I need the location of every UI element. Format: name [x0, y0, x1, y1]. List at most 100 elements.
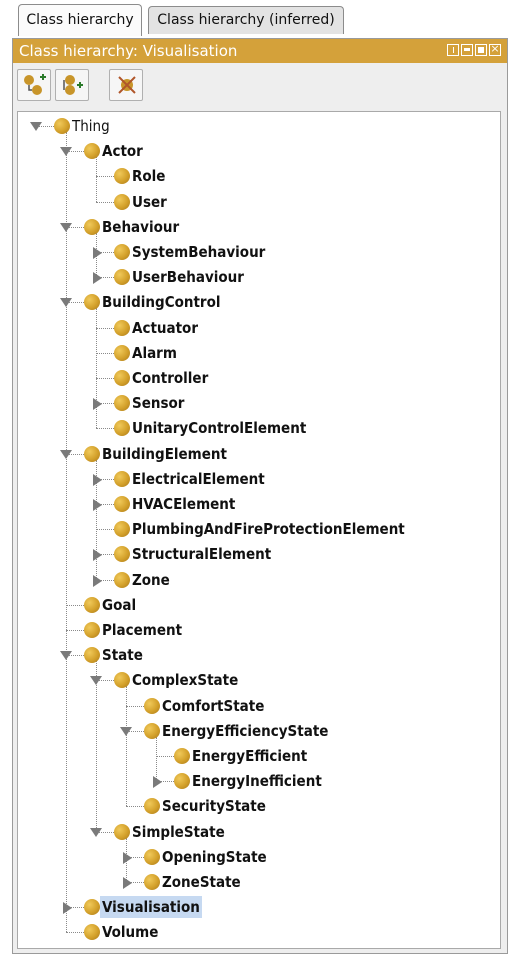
- tree-item-label[interactable]: Thing: [72, 115, 110, 137]
- tree-item-label[interactable]: UnitaryControlElement: [132, 417, 306, 439]
- tree-item-label[interactable]: Placement: [102, 619, 182, 641]
- tree-item-label[interactable]: ZoneState: [162, 871, 241, 893]
- expand-toggle-icon[interactable]: [90, 827, 102, 837]
- collapse-toggle-icon[interactable]: [153, 776, 162, 789]
- collapse-toggle-icon[interactable]: [123, 877, 132, 889]
- tree-item-label[interactable]: User: [132, 191, 167, 213]
- tree-row[interactable]: ComfortState: [18, 694, 498, 719]
- tree-row[interactable]: SecurityState: [18, 794, 498, 819]
- collapse-toggle-icon[interactable]: [63, 902, 72, 915]
- maximize-icon[interactable]: [475, 44, 487, 56]
- tree-item-label[interactable]: State: [102, 644, 143, 666]
- tree-item-label[interactable]: PlumbingAndFireProtectionElement: [132, 518, 405, 540]
- tree-row[interactable]: Role: [18, 164, 498, 189]
- collapse-toggle-icon[interactable]: [93, 272, 102, 285]
- tree-row[interactable]: BuildingControl: [18, 290, 498, 315]
- class-icon: [144, 848, 160, 865]
- tree-row[interactable]: Sensor: [18, 391, 498, 416]
- class-icon: [114, 521, 130, 538]
- tree-item-label[interactable]: SecurityState: [162, 795, 266, 817]
- collapse-toggle-icon[interactable]: [93, 549, 102, 562]
- add-subclass-button[interactable]: [17, 69, 51, 101]
- tree-row[interactable]: User: [18, 190, 498, 215]
- tree-item-label[interactable]: Behaviour: [102, 216, 179, 238]
- tree-item-label[interactable]: UserBehaviour: [132, 266, 244, 288]
- tree-row[interactable]: Placement: [18, 618, 498, 643]
- expand-toggle-icon[interactable]: [120, 726, 132, 736]
- tree-item-label[interactable]: Volume: [102, 921, 158, 943]
- tree-item-label[interactable]: OpeningState: [162, 846, 267, 868]
- window-buttons: [445, 41, 501, 58]
- tree-row[interactable]: Behaviour: [18, 215, 498, 240]
- float-icon[interactable]: [447, 44, 459, 56]
- tree-row[interactable]: EnergyEfficient: [18, 744, 498, 769]
- tree-row[interactable]: PlumbingAndFireProtectionElement: [18, 517, 498, 542]
- delete-class-button[interactable]: [109, 69, 143, 101]
- collapse-toggle-icon[interactable]: [123, 851, 132, 864]
- tab-class-hierarchy[interactable]: Class hierarchy: [18, 4, 142, 36]
- tree-item-label[interactable]: Alarm: [132, 342, 177, 364]
- tree-row[interactable]: ElectricalElement: [18, 467, 498, 492]
- close-icon[interactable]: [489, 41, 501, 57]
- collapse-toggle-icon[interactable]: [93, 398, 102, 411]
- tree-row[interactable]: Actor: [18, 139, 498, 164]
- expand-toggle-icon[interactable]: [60, 651, 72, 661]
- tree-row[interactable]: SystemBehaviour: [18, 240, 498, 265]
- tree-row[interactable]: Volume: [18, 920, 498, 945]
- collapse-toggle-icon[interactable]: [93, 473, 102, 486]
- tree-row[interactable]: Visualisation: [18, 895, 498, 920]
- tree-row[interactable]: ZoneState: [18, 870, 498, 895]
- tree-row[interactable]: SimpleState: [18, 820, 498, 845]
- class-icon: [84, 445, 100, 462]
- tree-item-label[interactable]: Sensor: [132, 392, 184, 414]
- tree-item-label-selected[interactable]: Visualisation: [100, 896, 202, 919]
- tree-item-label[interactable]: BuildingControl: [102, 291, 220, 313]
- tree-row[interactable]: OpeningState: [18, 845, 498, 870]
- tree-item-label[interactable]: ElectricalElement: [132, 468, 265, 490]
- tree-row[interactable]: Thing: [18, 114, 498, 139]
- tree-item-label[interactable]: Controller: [132, 367, 208, 389]
- expand-toggle-icon[interactable]: [90, 676, 102, 686]
- collapse-toggle-icon[interactable]: [93, 499, 102, 511]
- tree-item-label[interactable]: SimpleState: [132, 821, 225, 843]
- tree-row[interactable]: StructuralElement: [18, 542, 498, 567]
- tree-row[interactable]: EnergyEfficiencyState: [18, 719, 498, 744]
- minimize-icon[interactable]: [461, 44, 473, 56]
- tree-row[interactable]: Goal: [18, 593, 498, 618]
- tree-item-label[interactable]: ComplexState: [132, 669, 238, 691]
- tree-item-label[interactable]: HVACElement: [132, 493, 235, 515]
- tree-item-label[interactable]: SystemBehaviour: [132, 241, 265, 263]
- tree-row[interactable]: BuildingElement: [18, 442, 498, 467]
- tree-row[interactable]: HVACElement: [18, 492, 498, 517]
- expand-toggle-icon[interactable]: [60, 222, 72, 232]
- collapse-toggle-icon[interactable]: [93, 574, 102, 587]
- expand-toggle-icon[interactable]: [60, 147, 72, 157]
- tree-item-label[interactable]: Role: [132, 165, 165, 187]
- tree-row[interactable]: Zone: [18, 568, 498, 593]
- collapse-toggle-icon[interactable]: [93, 247, 102, 259]
- tree-item-label[interactable]: EnergyEfficient: [192, 745, 307, 767]
- expand-toggle-icon[interactable]: [60, 298, 72, 308]
- expand-toggle-icon[interactable]: [30, 122, 42, 131]
- tree-item-label[interactable]: EnergyInefficient: [192, 770, 322, 792]
- tree-item-label[interactable]: Actor: [102, 140, 143, 162]
- tree-row[interactable]: Alarm: [18, 341, 498, 366]
- tree-item-label[interactable]: BuildingElement: [102, 443, 227, 465]
- tree-row[interactable]: ComplexState: [18, 668, 498, 693]
- add-sibling-class-button[interactable]: [55, 69, 89, 101]
- tree-item-label[interactable]: Zone: [132, 569, 170, 591]
- class-icon: [114, 672, 130, 689]
- tree-item-label[interactable]: Actuator: [132, 317, 198, 339]
- tree-item-label[interactable]: EnergyEfficiencyState: [162, 720, 328, 742]
- tree-item-label[interactable]: ComfortState: [162, 695, 264, 717]
- tree-row[interactable]: State: [18, 643, 498, 668]
- tree-row[interactable]: Actuator: [18, 316, 498, 341]
- tree-row[interactable]: Controller: [18, 366, 498, 391]
- tree-row[interactable]: UnitaryControlElement: [18, 416, 498, 441]
- tree-row[interactable]: UserBehaviour: [18, 265, 498, 290]
- tree-item-label[interactable]: Goal: [102, 594, 136, 616]
- expand-toggle-icon[interactable]: [60, 449, 72, 459]
- tree-item-label[interactable]: StructuralElement: [132, 543, 271, 565]
- tree-row[interactable]: EnergyInefficient: [18, 769, 498, 794]
- tab-class-hierarchy-inferred[interactable]: Class hierarchy (inferred): [148, 6, 344, 34]
